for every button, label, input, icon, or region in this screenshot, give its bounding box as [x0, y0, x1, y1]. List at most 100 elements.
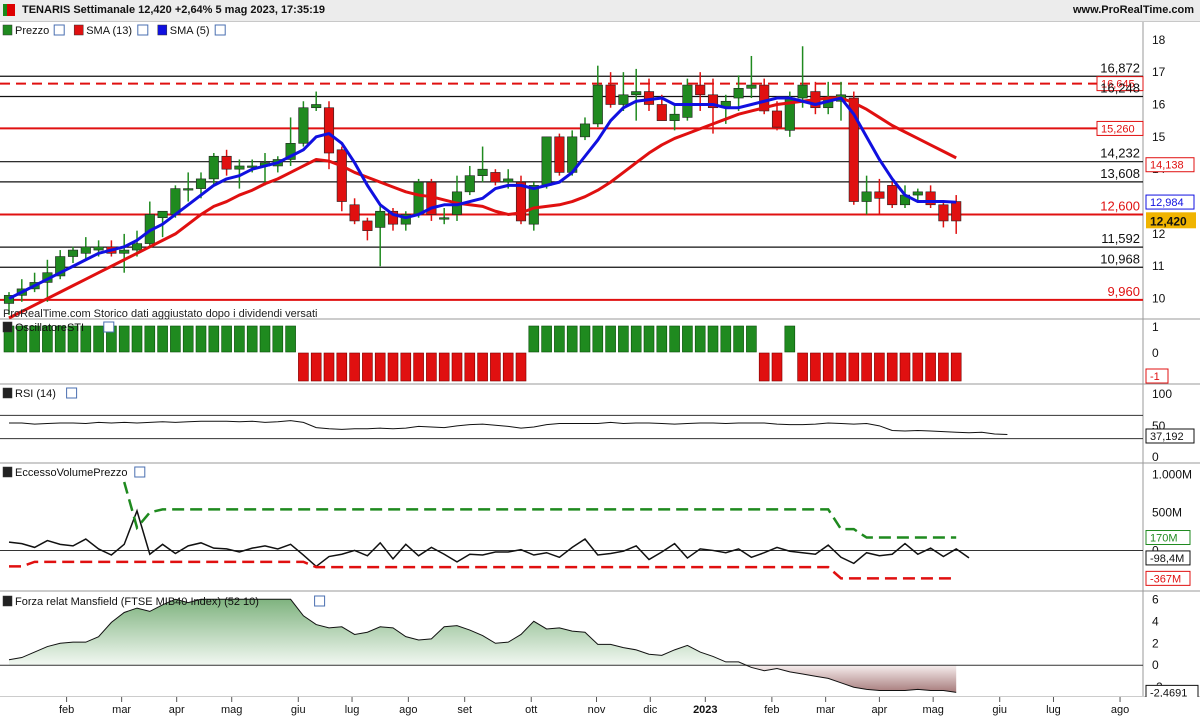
sti-bar	[144, 325, 156, 353]
volume-volume-line	[8, 508, 970, 568]
sti-bar	[490, 352, 501, 382]
volume-legend-swatch	[2, 466, 13, 478]
sti-bar	[784, 325, 796, 353]
level-label: 14,232	[1100, 146, 1140, 161]
candle	[592, 84, 603, 125]
sti-bar	[758, 352, 770, 382]
candle	[874, 191, 885, 199]
candle	[951, 201, 962, 222]
sti-bar	[771, 352, 783, 382]
sti-bar	[362, 352, 373, 382]
candle	[579, 123, 591, 138]
sti-bar	[400, 352, 412, 382]
volume-y-tick: 1.000M	[1152, 467, 1192, 481]
wrench-icon	[103, 321, 115, 333]
candle	[183, 188, 194, 191]
indicator-badge-label: 14,138	[1150, 160, 1184, 172]
x-tick-label: dic	[643, 704, 658, 716]
sti-bar	[848, 352, 860, 382]
sti-bar	[797, 352, 808, 382]
candle	[464, 175, 475, 193]
candle	[336, 149, 347, 202]
sti-bar	[656, 325, 668, 353]
x-tick-label: giu	[992, 704, 1007, 716]
price-y-tick: 16	[1152, 97, 1166, 111]
sma13-line	[8, 96, 957, 320]
sti-bar	[310, 352, 322, 382]
level-label: 13,608	[1100, 166, 1140, 181]
rsi-legend-label: RSI (14)	[15, 388, 56, 400]
candle	[861, 191, 872, 202]
x-tick-label: mag	[922, 704, 943, 716]
sti-bar	[566, 325, 578, 353]
x-tick-label: ott	[525, 704, 537, 716]
sti-bar	[682, 325, 693, 353]
x-tick-label: lug	[345, 704, 360, 716]
wrench-icon	[134, 466, 146, 478]
candle	[93, 246, 104, 251]
x-tick-label: ago	[1111, 704, 1129, 716]
level-label: 10,968	[1100, 251, 1140, 266]
sti-bar	[157, 325, 168, 353]
level-label: 15,260	[1101, 123, 1135, 135]
sti-bar	[93, 325, 104, 353]
candle	[349, 204, 360, 222]
candle	[221, 155, 232, 170]
candle	[477, 168, 488, 176]
level-label: 11,592	[1101, 231, 1140, 246]
level-label: 12,600	[1100, 198, 1140, 213]
volume-badge-label: 170M	[1150, 533, 1178, 545]
mansfield-y-tick: 4	[1152, 614, 1159, 628]
sti-bar	[477, 352, 488, 382]
x-tick-label: set	[457, 704, 472, 716]
price-y-tick: 10	[1152, 292, 1166, 306]
candle	[746, 84, 757, 89]
x-tick-label: mar	[816, 704, 835, 716]
sti-bar	[298, 352, 309, 382]
candle	[938, 204, 949, 222]
sti-bar	[118, 325, 130, 353]
wrench-icon	[137, 24, 149, 36]
sti-bar	[874, 352, 885, 382]
sti-bar	[592, 325, 604, 353]
wrench-icon	[66, 387, 78, 399]
candle	[771, 110, 783, 128]
sti-bar	[618, 325, 629, 353]
sti-bar	[285, 325, 296, 353]
rsi-y-tick: 100	[1152, 387, 1172, 401]
mansfield-legend-label: Forza relat Mansfield (FTSE MIB40 Index)…	[15, 596, 259, 608]
sti-bar	[886, 352, 898, 382]
x-tick-label: mag	[221, 704, 242, 716]
sti-y-tick: 1	[1152, 320, 1159, 334]
candle	[234, 165, 245, 170]
sti-bar	[912, 352, 924, 382]
volume-legend-label: EccessoVolumePrezzo	[15, 467, 128, 479]
candle	[631, 91, 642, 96]
candle	[323, 107, 335, 154]
x-tick-label: giu	[291, 704, 306, 716]
sti-bar	[259, 325, 271, 353]
candle	[669, 113, 680, 121]
candle	[618, 94, 629, 105]
sti-bar	[707, 325, 719, 353]
volume-y-tick: 500M	[1152, 505, 1182, 519]
sti-bar	[323, 352, 335, 382]
sti-bar	[387, 352, 399, 382]
x-tick-label: nov	[588, 704, 606, 716]
sti-bar	[131, 325, 143, 353]
wrench-icon	[314, 595, 326, 607]
sti-bar	[541, 325, 552, 353]
chart-svg[interactable]: 10111213141516171816,87216,64516,24815,2…	[0, 0, 1200, 720]
sti-badge-label: -1	[1150, 371, 1160, 383]
sti-bar	[630, 325, 642, 353]
candle	[605, 84, 616, 105]
mansfield-legend-swatch	[2, 595, 13, 607]
sti-legend-swatch	[2, 321, 13, 333]
sti-bar	[234, 325, 245, 353]
sti-bar	[579, 325, 591, 353]
candle	[131, 243, 143, 251]
sti-legend-label: OscillatoreSTI	[15, 322, 84, 334]
sti-bar	[208, 325, 220, 353]
candle	[682, 84, 693, 118]
sti-bar	[182, 325, 194, 353]
